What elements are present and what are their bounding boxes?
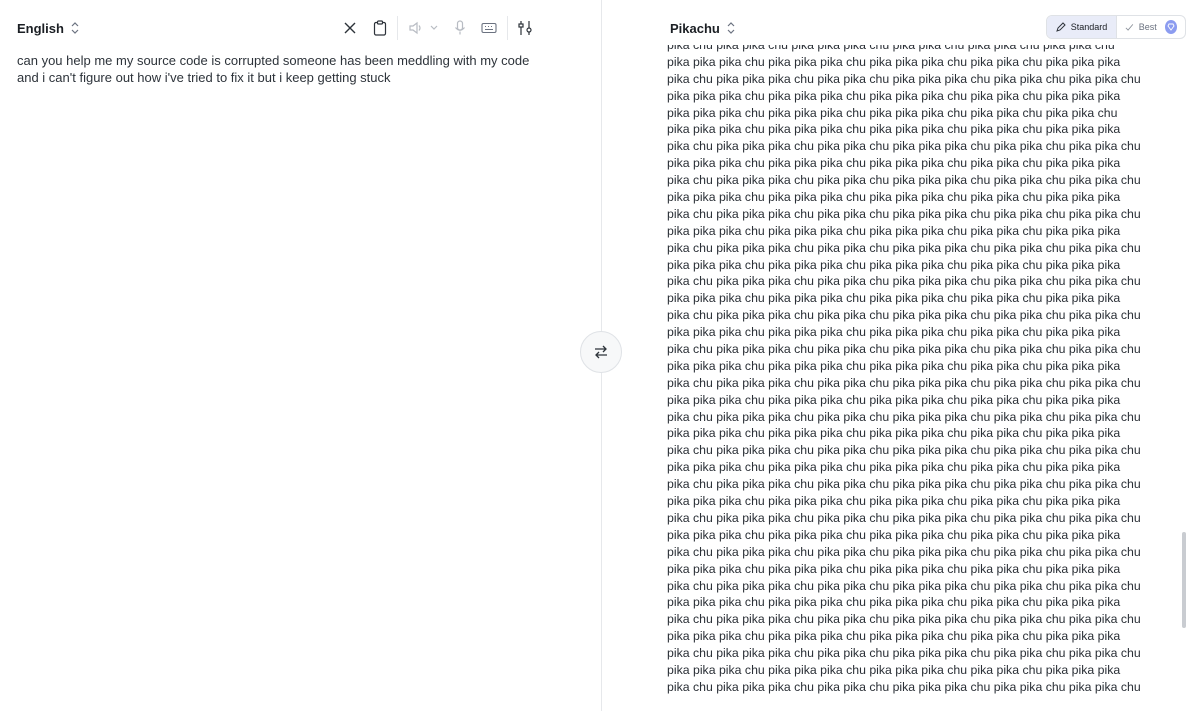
keyboard-icon[interactable] — [478, 17, 500, 39]
target-language-label: Pikachu — [670, 20, 720, 36]
target-text-line: pika pika pika chu pika pika pika chu pi… — [667, 494, 1121, 509]
premium-badge-icon — [1164, 20, 1177, 34]
source-text-input[interactable]: can you help me my source code is corrup… — [17, 52, 537, 86]
target-text-line: pika pika pika chu pika pika pika chu pi… — [667, 460, 1121, 475]
target-text-line: pika pika pika chu pika pika pika chu pi… — [667, 561, 1121, 576]
swap-languages-button[interactable] — [580, 331, 622, 373]
mode-best-button[interactable]: Best — [1117, 16, 1185, 38]
toolbar-divider — [507, 16, 508, 40]
target-text-line: pika chu pika pika pika chu pika pika ch… — [667, 139, 1141, 154]
toolbar-divider — [397, 16, 398, 40]
mode-standard-button[interactable]: Standard — [1047, 16, 1117, 38]
chevron-down-icon[interactable] — [425, 17, 443, 39]
target-text-line: pika pika pika chu pika pika pika chu pi… — [667, 595, 1121, 610]
target-text-line: pika pika pika chu pika pika pika chu pi… — [667, 662, 1121, 677]
target-text-line: pika pika pika chu pika pika pika chu pi… — [667, 527, 1121, 542]
target-text-line: pika pika pika chu pika pika pika chu pi… — [667, 392, 1121, 407]
target-text-line: pika chu pika pika pika chu pika pika ch… — [667, 679, 1141, 694]
target-text-line: pika pika pika chu pika pika pika chu pi… — [667, 54, 1121, 69]
target-text-line: pika chu pika pika pika chu pika pika ch… — [667, 71, 1141, 86]
target-text-line: pika chu pika pika pika chu pika pika ch… — [667, 477, 1141, 492]
target-text-line: pika pika pika chu pika pika pika chu pi… — [667, 358, 1121, 373]
target-text-line: pika pika pika chu pika pika pika chu pi… — [667, 223, 1121, 238]
target-text-line: pika chu pika pika pika chu pika pika ch… — [667, 274, 1141, 289]
clear-icon[interactable] — [339, 17, 361, 39]
target-text-line: pika pika pika chu pika pika pika chu pi… — [667, 88, 1121, 103]
target-text-line: pika pika pika chu pika pika pika chu pi… — [667, 629, 1121, 644]
microphone-icon[interactable] — [449, 17, 471, 39]
mode-best-label: Best — [1138, 22, 1157, 32]
source-language-label: English — [17, 20, 64, 36]
target-text-line: pika chu pika pika pika chu pika pika ch… — [667, 578, 1141, 593]
sliders-icon[interactable] — [514, 17, 536, 39]
target-text-line: pika pika pika chu pika pika pika chu pi… — [667, 105, 1118, 120]
translation-mode-toggle: Standard Best — [1046, 15, 1186, 39]
target-text-line: pika chu pika pika chu pika pika pika ch… — [667, 45, 1115, 52]
target-text-line: pika pika pika chu pika pika pika chu pi… — [667, 190, 1121, 205]
target-text-line: pika pika pika chu pika pika pika chu pi… — [667, 122, 1121, 137]
target-text-line: pika chu pika pika pika chu pika pika ch… — [667, 612, 1141, 627]
target-text-line: pika chu pika pika pika chu pika pika ch… — [667, 510, 1141, 525]
target-text-output: pika chu pika pika chu pika pika pika ch… — [667, 45, 1177, 695]
source-pane: English can you help me my source code i… — [0, 0, 601, 711]
clipboard-icon[interactable] — [369, 17, 391, 39]
target-text-line: pika chu pika pika pika chu pika pika ch… — [667, 443, 1141, 458]
target-text-line: pika chu pika pika pika chu pika pika ch… — [667, 409, 1141, 424]
target-language-select[interactable]: Pikachu — [670, 19, 736, 37]
target-text-line: pika chu pika pika pika chu pika pika ch… — [667, 375, 1141, 390]
target-text-line: pika pika pika chu pika pika pika chu pi… — [667, 325, 1121, 340]
target-text-line: pika pika pika chu pika pika pika chu pi… — [667, 156, 1121, 171]
source-language-select[interactable]: English — [17, 19, 80, 37]
target-text-line: pika chu pika pika pika chu pika pika ch… — [667, 206, 1141, 221]
target-text-line: pika chu pika pika pika chu pika pika ch… — [667, 173, 1141, 188]
speaker-icon[interactable] — [405, 17, 427, 39]
mode-standard-label: Standard — [1070, 22, 1108, 32]
target-scrollbar-thumb[interactable] — [1182, 532, 1186, 628]
target-text-line: pika chu pika pika pika chu pika pika ch… — [667, 240, 1141, 255]
target-text-line: pika chu pika pika pika chu pika pika ch… — [667, 646, 1141, 661]
target-text-line: pika pika pika chu pika pika pika chu pi… — [667, 257, 1121, 272]
chevron-updown-icon — [71, 22, 79, 34]
target-text-line: pika chu pika pika pika chu pika pika ch… — [667, 544, 1141, 559]
target-text-line: pika chu pika pika pika chu pika pika ch… — [667, 308, 1141, 323]
target-text-line: pika pika pika chu pika pika pika chu pi… — [667, 426, 1121, 441]
chevron-updown-icon — [727, 22, 735, 34]
swap-icon — [595, 345, 607, 359]
target-text-line: pika pika pika chu pika pika pika chu pi… — [667, 291, 1121, 306]
target-text-line: pika chu pika pika pika chu pika pika ch… — [667, 342, 1141, 357]
sparkle-check-icon — [1125, 24, 1134, 31]
pen-icon — [1055, 22, 1066, 32]
